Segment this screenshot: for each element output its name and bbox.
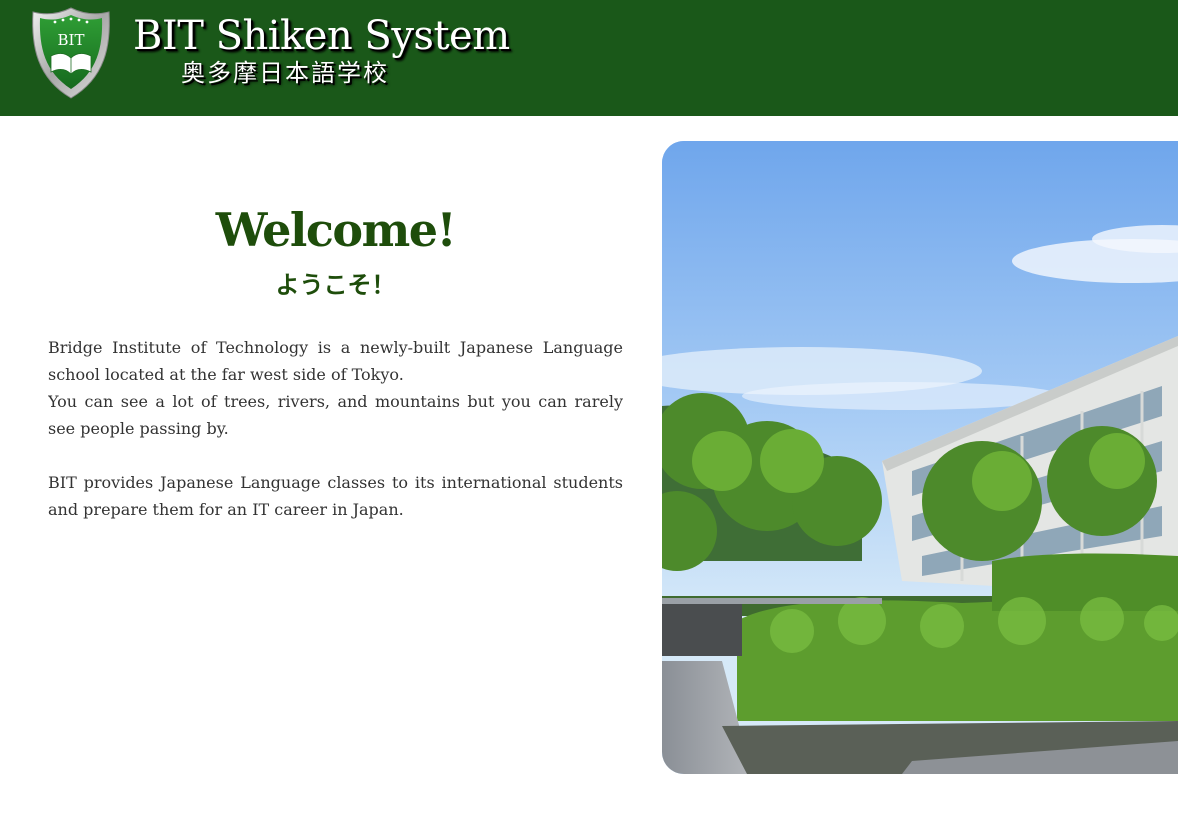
welcome-heading: Welcome!	[215, 203, 457, 257]
intro-text: Bridge Institute of Technology is a newl…	[48, 334, 623, 530]
school-name: 奥多摩日本語学校	[181, 59, 389, 87]
app-header: BIT BIT Shiken System 奥多摩日本語学校	[0, 0, 1178, 116]
welcome-heading-jp: ようこそ！	[275, 271, 396, 299]
intro-paragraph: BIT provides Japanese Language classes t…	[48, 473, 623, 519]
svg-text:BIT: BIT	[58, 31, 85, 49]
intro-paragraph: Bridge Institute of Technology is a newl…	[48, 338, 623, 384]
school-shield-logo[interactable]: BIT	[29, 6, 113, 100]
intro-paragraph: You can see a lot of trees, rivers, and …	[48, 392, 623, 438]
app-title: BIT Shiken System	[133, 13, 510, 59]
campus-photo	[662, 141, 1178, 774]
